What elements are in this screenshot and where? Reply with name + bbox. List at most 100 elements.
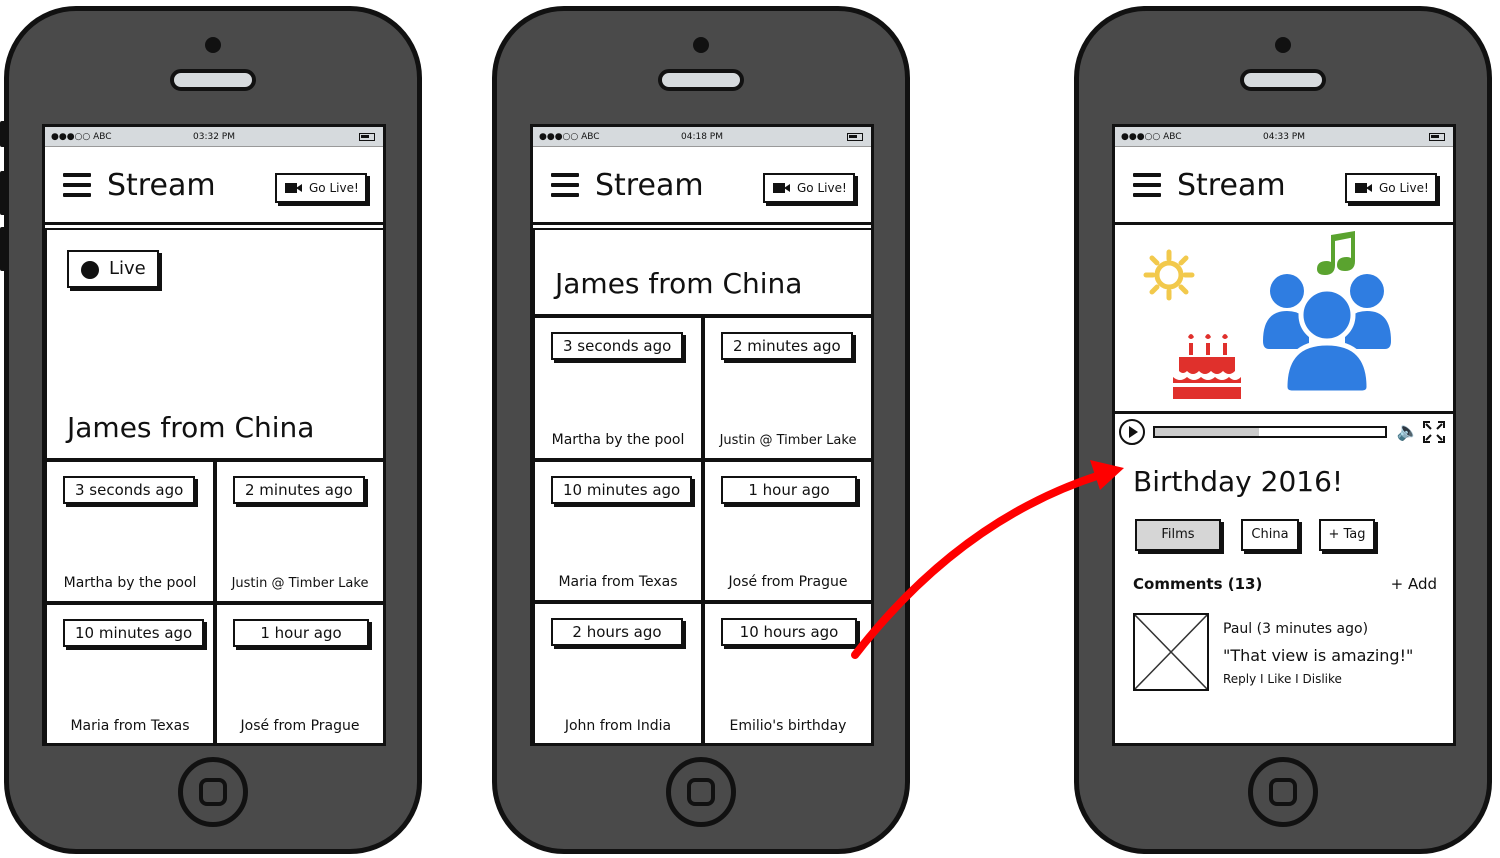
comment-actions[interactable]: Reply I Like I Dislike [1223, 672, 1342, 686]
stream-tile[interactable]: 2 minutes ago Justin @ Timber Lake [215, 460, 383, 603]
phone-3: ●●●○○ ABC 04:33 PM Stream Go Live! 🔈 Bir… [1074, 6, 1492, 854]
phone-2: ●●●○○ ABC 04:18 PM Stream Go Live! James… [492, 6, 910, 854]
live-dot-icon [81, 261, 99, 279]
volume-down-button [0, 227, 6, 271]
time-badge: 2 minutes ago [233, 476, 365, 504]
home-square-icon [1269, 778, 1297, 806]
earpiece-speaker [170, 69, 256, 91]
mute-switch [0, 121, 6, 147]
app-title: Stream [595, 168, 704, 203]
stream-caption: Martha by the pool [63, 575, 197, 591]
go-live-button[interactable]: Go Live! [1345, 173, 1437, 203]
time-badge: 10 minutes ago [551, 476, 693, 504]
stream-caption: Martha by the pool [551, 432, 685, 448]
stream-caption: Maria from Texas [70, 718, 190, 734]
featured-title: James from China [555, 267, 803, 300]
home-button[interactable] [178, 757, 248, 827]
time-badge: 2 hours ago [551, 618, 683, 646]
home-button[interactable] [666, 757, 736, 827]
app-title: Stream [1177, 168, 1286, 203]
app-bar: Stream Go Live! [1115, 147, 1453, 225]
app-title: Stream [107, 168, 216, 203]
go-live-label: Go Live! [797, 181, 847, 195]
add-comment-link[interactable]: + Add [1391, 575, 1437, 593]
hamburger-icon[interactable] [63, 173, 91, 197]
hamburger-icon[interactable] [1133, 173, 1161, 197]
music-note-icon [1317, 231, 1355, 275]
stream-tile[interactable]: 10 minutes ago Maria from Texas [45, 603, 215, 743]
status-bar: ●●●○○ ABC 04:18 PM [533, 127, 871, 147]
stream-tile[interactable]: 2 minutes ago Justin @ Timber Lake [703, 316, 871, 460]
stream-tile[interactable]: 2 hours ago John from India [533, 602, 703, 743]
comments-header: Comments (13) [1133, 575, 1263, 593]
battery-icon [1429, 133, 1445, 141]
go-live-label: Go Live! [1379, 181, 1429, 195]
status-bar: ●●●○○ ABC 03:32 PM [45, 127, 383, 147]
stream-caption: John from India [564, 718, 672, 734]
video-progress-fill [1155, 428, 1259, 436]
go-live-button[interactable]: Go Live! [275, 173, 367, 203]
volume-up-button [0, 171, 6, 215]
time-badge: 3 seconds ago [551, 332, 684, 360]
time-badge: 2 minutes ago [721, 332, 853, 360]
tag-china[interactable]: China [1241, 519, 1299, 551]
stream-caption: José from Prague [240, 718, 360, 734]
screen-video-detail: ●●●○○ ABC 04:33 PM Stream Go Live! 🔈 Bir… [1112, 124, 1456, 746]
add-tag-button[interactable]: + Tag [1319, 519, 1375, 551]
featured-title: James from China [67, 411, 315, 444]
time-badge: 3 seconds ago [63, 476, 196, 504]
home-square-icon [687, 778, 715, 806]
stream-caption: Maria from Texas [558, 574, 678, 590]
hamburger-icon[interactable] [551, 173, 579, 197]
home-square-icon [199, 778, 227, 806]
clock: 03:32 PM [193, 132, 235, 142]
video-camera-icon [773, 183, 790, 193]
play-icon[interactable] [1119, 419, 1145, 445]
tag-films[interactable]: Films [1135, 519, 1221, 551]
video-controls: 🔈 [1115, 411, 1453, 447]
screen-feed-grid: ●●●○○ ABC 04:18 PM Stream Go Live! James… [530, 124, 874, 746]
clock: 04:33 PM [1263, 132, 1305, 142]
time-badge: 1 hour ago [721, 476, 857, 504]
earpiece-speaker [658, 69, 744, 91]
app-bar: Stream Go Live! [533, 147, 871, 225]
screen-feed: ●●●○○ ABC 03:32 PM Stream Go Live! Live … [42, 124, 386, 746]
volume-icon[interactable]: 🔈 [1397, 422, 1419, 442]
stream-tile[interactable]: 3 seconds ago Martha by the pool [533, 316, 703, 460]
video-camera-icon [285, 183, 302, 193]
status-bar: ●●●○○ ABC 04:33 PM [1115, 127, 1453, 147]
stream-caption: Justin @ Timber Lake [719, 433, 857, 448]
video-progress-bar[interactable] [1153, 426, 1387, 438]
battery-icon [359, 133, 375, 141]
home-button[interactable] [1248, 757, 1318, 827]
video-camera-icon [1355, 183, 1372, 193]
stream-tile-emilio[interactable]: 10 hours ago Emilio's birthday [703, 602, 871, 743]
front-camera [205, 37, 221, 53]
stream-caption: José from Prague [728, 574, 848, 590]
clock: 04:18 PM [681, 132, 723, 142]
featured-stream[interactable]: Live James from China [45, 228, 383, 460]
fullscreen-icon[interactable] [1423, 421, 1445, 443]
time-badge: 1 hour ago [233, 619, 369, 647]
comment-text: "That view is amazing!" [1223, 646, 1414, 665]
phone-1: ●●●○○ ABC 03:32 PM Stream Go Live! Live … [0, 6, 422, 854]
live-label: Live [109, 258, 146, 279]
go-live-button[interactable]: Go Live! [763, 173, 855, 203]
battery-icon [847, 133, 863, 141]
stream-tile[interactable]: 1 hour ago José from Prague [215, 603, 383, 743]
featured-stream[interactable]: James from China [533, 228, 871, 316]
image-placeholder-icon [1134, 614, 1208, 690]
video-title: Birthday 2016! [1133, 465, 1344, 498]
front-camera [1275, 37, 1291, 53]
cake-icon [1173, 334, 1241, 399]
sun-icon [1143, 249, 1195, 301]
stream-tile[interactable]: 3 seconds ago Martha by the pool [45, 460, 215, 603]
go-live-label: Go Live! [309, 181, 359, 195]
people-icon [1263, 231, 1391, 393]
stream-caption: Justin @ Timber Lake [231, 576, 369, 591]
stream-caption: Emilio's birthday [729, 718, 847, 734]
commenter-avatar [1133, 613, 1209, 691]
stream-tile[interactable]: 1 hour ago José from Prague [703, 460, 871, 602]
live-button[interactable]: Live [67, 250, 159, 288]
stream-tile[interactable]: 10 minutes ago Maria from Texas [533, 460, 703, 602]
